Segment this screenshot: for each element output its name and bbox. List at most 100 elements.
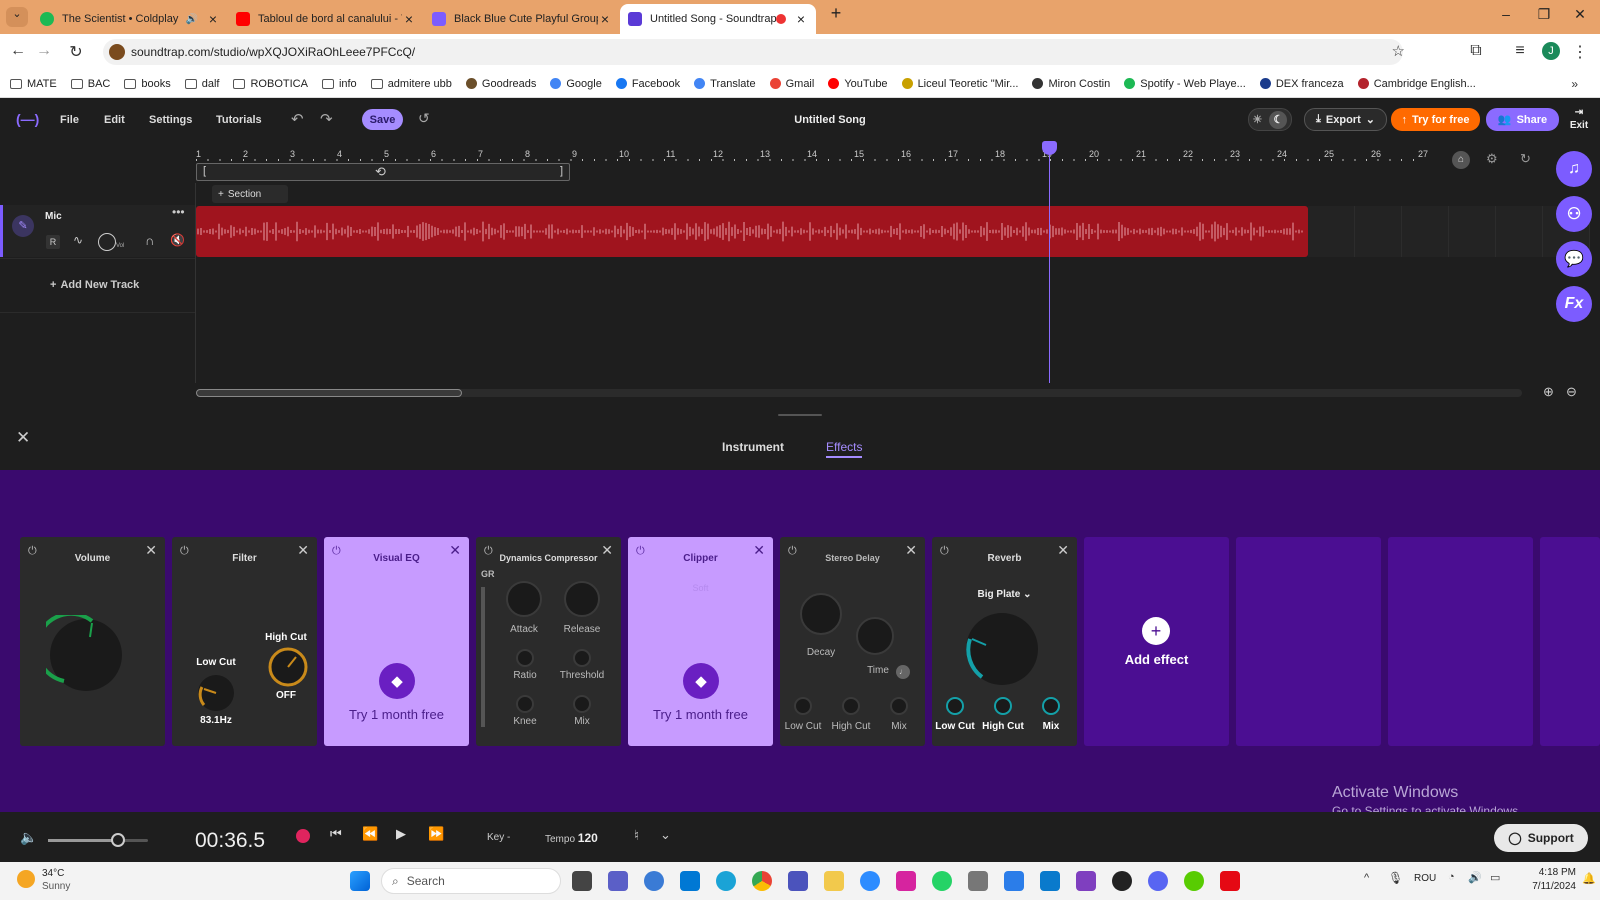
fx-card-reverb[interactable]: ⏻ Reverb ✕ Big Plate ⌄ Low Cut High Cut … xyxy=(932,537,1077,746)
reverb-knob[interactable] xyxy=(964,611,1040,687)
record-button[interactable] xyxy=(296,829,310,843)
loop-icon[interactable]: ⟲ xyxy=(375,164,386,180)
delay-low-cut-knob[interactable] xyxy=(794,697,812,715)
file-explorer-icon[interactable] xyxy=(824,871,844,891)
visual-studio-icon[interactable] xyxy=(1076,871,1096,891)
reverb-mix-knob[interactable] xyxy=(1042,697,1060,715)
delay-mix-knob[interactable] xyxy=(890,697,908,715)
profile-avatar[interactable]: J xyxy=(1542,42,1560,60)
tab-effects[interactable]: Effects xyxy=(826,440,863,458)
key-control[interactable]: Key - xyxy=(487,832,510,843)
teams-work-icon[interactable] xyxy=(788,871,808,891)
wifi-icon[interactable]: ◔ xyxy=(1448,871,1455,883)
menu-tutorials[interactable]: Tutorials xyxy=(216,114,262,126)
menu-edit[interactable]: Edit xyxy=(104,114,125,126)
bookmark-link[interactable]: YouTube xyxy=(828,78,888,90)
try-free-link[interactable]: Try 1 month free xyxy=(628,707,773,722)
reload-icon[interactable]: ↻ xyxy=(66,42,86,62)
whatsapp-icon[interactable] xyxy=(932,871,952,891)
fx-card-dynamics-compressor[interactable]: ⏻ Dynamics Compressor ✕ GR Attack Releas… xyxy=(476,537,621,746)
windows-start-icon[interactable] xyxy=(350,871,370,891)
knee-knob[interactable] xyxy=(516,695,534,713)
decay-knob[interactable] xyxy=(800,593,842,635)
edge-icon[interactable] xyxy=(716,871,736,891)
volume-knob[interactable] xyxy=(46,615,126,695)
bookmark-link[interactable]: Cambridge English... xyxy=(1357,78,1476,90)
teams-icon[interactable] xyxy=(608,871,628,891)
clock-date[interactable]: 7/11/2024 xyxy=(1526,881,1576,892)
loop-region[interactable]: [ ⟲ ] xyxy=(196,163,570,181)
language-indicator[interactable]: ROU xyxy=(1414,873,1436,884)
zoom-in-icon[interactable]: ⊕ xyxy=(1543,384,1554,400)
remove-effect-icon[interactable]: ✕ xyxy=(905,542,917,559)
fast-forward-icon[interactable]: ⏩ xyxy=(428,826,444,842)
record-arm-button[interactable]: R xyxy=(46,235,60,249)
tab-search-button[interactable]: ⌄ xyxy=(6,7,28,27)
speaker-icon[interactable]: 🔊 xyxy=(186,14,198,25)
more-bookmarks-icon[interactable]: » xyxy=(1571,77,1578,91)
collaborators-icon[interactable]: ⚇ xyxy=(1556,196,1592,232)
calculator-icon[interactable] xyxy=(968,871,988,891)
notepad-icon[interactable] xyxy=(1004,871,1024,891)
remove-effect-icon[interactable]: ✕ xyxy=(753,542,765,559)
loop-start-handle[interactable]: [ xyxy=(203,165,206,177)
automation-icon[interactable]: ∿ xyxy=(73,233,83,247)
weather-sun-icon[interactable] xyxy=(17,870,35,888)
high-cut-knob[interactable] xyxy=(268,647,308,687)
clock-time[interactable]: 4:18 PM xyxy=(1526,867,1576,878)
bookmark-link[interactable]: Miron Costin xyxy=(1032,78,1110,90)
zoom-out-icon[interactable]: ⊖ xyxy=(1566,384,1577,400)
back-icon[interactable]: ← xyxy=(8,42,28,60)
bookmark-link[interactable]: Google xyxy=(550,78,602,90)
close-icon[interactable]: × xyxy=(206,11,220,27)
attack-knob[interactable] xyxy=(506,581,542,617)
window-close-icon[interactable]: ✕ xyxy=(1570,6,1590,23)
scrollbar-thumb[interactable] xyxy=(196,389,462,397)
url-field[interactable]: soundtrap.com/studio/wpXQJOXiRaOhLeee7PF… xyxy=(103,39,1405,65)
add-effect-card[interactable]: + Add effect xyxy=(1084,537,1229,746)
volume-slider-thumb[interactable] xyxy=(111,833,125,847)
instagram-icon[interactable] xyxy=(896,871,916,891)
bookmark-link[interactable]: DEX franceza xyxy=(1259,78,1344,90)
menu-settings[interactable]: Settings xyxy=(149,114,192,126)
undo-icon[interactable]: ↶ xyxy=(291,110,304,128)
remove-effect-icon[interactable]: ✕ xyxy=(297,542,309,559)
loop-end-handle[interactable]: ] xyxy=(560,165,563,177)
bookmark-folder[interactable]: dalf xyxy=(184,78,219,90)
loop-toggle-icon[interactable]: ↻ xyxy=(1520,151,1531,167)
bookmark-folder[interactable]: MATE xyxy=(10,78,57,90)
netflix-icon[interactable] xyxy=(1220,871,1240,891)
rewind-icon[interactable]: ⏪ xyxy=(362,826,378,842)
reverb-preset-select[interactable]: Big Plate ⌄ xyxy=(932,589,1077,600)
vscode-icon[interactable] xyxy=(1040,871,1060,891)
media-player-icon[interactable] xyxy=(1112,871,1132,891)
song-title[interactable]: Untitled Song xyxy=(760,114,900,126)
close-icon[interactable]: × xyxy=(598,11,612,27)
add-new-track-button[interactable]: + Add New Track xyxy=(50,279,139,291)
delay-high-cut-knob[interactable] xyxy=(842,697,860,715)
theme-toggle[interactable]: ☀ ☾ xyxy=(1248,108,1292,131)
bookmark-link[interactable]: Goodreads xyxy=(465,78,536,90)
exit-button[interactable]: ⇥ Exit xyxy=(1564,106,1594,132)
fx-card-clipper[interactable]: ⏻ Clipper ✕ Soft ◆ Try 1 month free xyxy=(628,537,773,746)
fx-card-filter[interactable]: ⏻ Filter ✕ High Cut OFF Low Cut 83.1Hz xyxy=(172,537,317,746)
reverb-low-cut-knob[interactable] xyxy=(946,697,964,715)
remove-effect-icon[interactable]: ✕ xyxy=(145,542,157,559)
skip-to-start-icon[interactable]: ⏮ xyxy=(330,826,342,842)
try-free-link[interactable]: Try 1 month free xyxy=(324,707,469,722)
master-volume-icon[interactable]: 🔈 xyxy=(20,829,37,846)
low-cut-knob[interactable] xyxy=(196,673,236,713)
tempo-sync-icon[interactable]: ♩ xyxy=(896,665,910,679)
compressor-mix-knob[interactable] xyxy=(573,695,591,713)
notification-bell-icon[interactable]: 🔔 xyxy=(1582,872,1596,885)
soundtrap-logo-icon[interactable]: (—) xyxy=(16,111,40,127)
tab-youtube[interactable]: Tabloul de bord al canalului - Yo × xyxy=(228,4,424,34)
browser-menu-icon[interactable]: ⋮ xyxy=(1570,42,1590,62)
duolingo-icon[interactable] xyxy=(1184,871,1204,891)
bookmark-folder[interactable]: info xyxy=(321,78,357,90)
fx-card-visual-eq[interactable]: ⏻ Visual EQ ✕ ◆ Try 1 month free xyxy=(324,537,469,746)
menu-file[interactable]: File xyxy=(60,114,79,126)
minimize-icon[interactable]: – xyxy=(1496,6,1516,22)
weather-temp[interactable]: 34°C xyxy=(42,868,64,879)
panel-resize-handle[interactable] xyxy=(778,414,822,416)
